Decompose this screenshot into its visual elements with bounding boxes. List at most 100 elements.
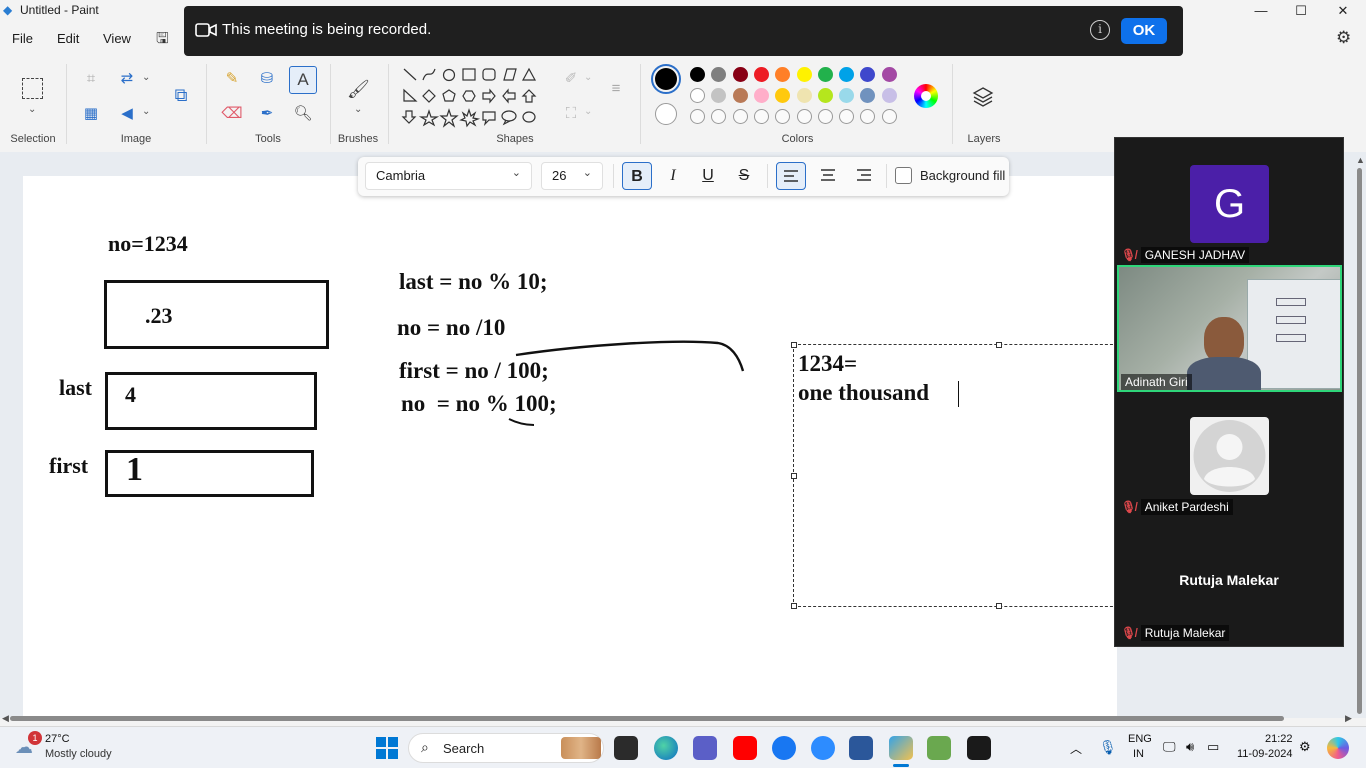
zoom-icon[interactable] [811, 736, 835, 760]
align-right-icon[interactable] [848, 162, 878, 190]
font-family-select[interactable]: Cambria ⌄ [365, 162, 532, 190]
edit-colors-icon[interactable] [914, 84, 938, 108]
strikethrough-button[interactable]: S [729, 162, 759, 190]
resize-handle[interactable] [791, 342, 797, 348]
clock-date[interactable]: 11-09-2024 [1237, 748, 1292, 760]
horizontal-scrollbar[interactable] [10, 716, 1284, 721]
image-to-ai-icon[interactable]: ⧉ [170, 84, 192, 106]
resize-icon[interactable]: ⇄ [116, 68, 138, 90]
language-bottom[interactable]: IN [1133, 748, 1144, 760]
volume-icon[interactable]: 🔊︎ [1186, 739, 1194, 755]
chevron-down-icon[interactable]: ⌄ [142, 72, 150, 83]
language-top[interactable]: ENG [1128, 733, 1152, 745]
eraser-icon[interactable]: ⌫ [221, 103, 243, 125]
color-swatch[interactable] [817, 88, 833, 103]
chevron-down-icon[interactable]: ⌄ [142, 106, 150, 117]
crop-icon[interactable]: ⌗ [80, 68, 102, 90]
color-swatch[interactable] [881, 88, 897, 103]
color-swatch[interactable] [732, 67, 748, 82]
fill-icon[interactable]: ⛁ [256, 68, 278, 90]
rotate-icon[interactable]: ◀ [116, 103, 138, 125]
underline-button[interactable]: U [693, 162, 723, 190]
color-swatch[interactable] [711, 109, 727, 124]
shapes-gallery[interactable] [396, 63, 548, 133]
resize-handle[interactable] [996, 342, 1002, 348]
color-swatch[interactable] [732, 88, 748, 103]
battery-icon[interactable]: ▭ [1207, 739, 1219, 755]
color-swatch[interactable] [775, 109, 791, 124]
brush-icon[interactable]: 🖌︎ [347, 78, 370, 100]
scroll-left-icon[interactable]: ◀ [2, 713, 9, 724]
color-swatch[interactable] [860, 88, 876, 103]
color-swatch[interactable] [796, 88, 812, 103]
color-swatch[interactable] [839, 88, 855, 103]
align-center-icon[interactable] [812, 162, 842, 190]
clock-time[interactable]: 21:22 [1265, 733, 1293, 745]
word-icon[interactable] [849, 736, 873, 760]
taskbar-search-box[interactable]: ⌕ Search [408, 733, 604, 763]
participant-video-tile[interactable]: Adinath Giri [1117, 265, 1342, 392]
color-picker-icon[interactable]: ✒ [256, 103, 278, 125]
color-swatch[interactable] [753, 67, 769, 82]
color-swatch[interactable] [753, 109, 769, 124]
color-swatch[interactable] [796, 109, 812, 124]
layers-icon[interactable] [972, 85, 994, 107]
start-button[interactable] [376, 737, 398, 759]
maximize-button[interactable]: ☐ [1286, 2, 1316, 20]
chevron-down-icon[interactable]: ⌄ [584, 72, 592, 83]
resize-handle[interactable] [791, 473, 797, 479]
background-fill-checkbox[interactable] [895, 167, 912, 184]
italic-button[interactable]: I [658, 162, 688, 190]
task-view-icon[interactable] [614, 736, 638, 760]
paint-taskbar-icon[interactable] [889, 736, 913, 760]
settings-gear-icon[interactable]: ⚙ [1336, 28, 1351, 48]
color-swatch[interactable] [817, 67, 833, 82]
save-icon[interactable]: 🖫 [156, 28, 169, 53]
menu-edit[interactable]: Edit [57, 31, 79, 46]
outline-icon[interactable]: ✐ [560, 68, 582, 90]
color-swatch[interactable] [839, 109, 855, 124]
minimize-button[interactable]: — [1246, 2, 1276, 20]
chevron-down-icon[interactable]: ⌄ [354, 104, 362, 115]
color-swatch[interactable] [775, 67, 791, 82]
color-swatch[interactable] [881, 67, 897, 82]
menu-file[interactable]: File [12, 31, 33, 46]
chevron-down-icon[interactable]: ⌄ [28, 104, 36, 115]
chevron-down-icon[interactable]: ⌄ [584, 106, 592, 117]
color-swatch[interactable] [860, 67, 876, 82]
scroll-up-icon[interactable]: ▲ [1356, 155, 1365, 165]
color-swatch[interactable] [690, 109, 705, 124]
color-swatch[interactable] [732, 109, 748, 124]
color-swatch[interactable] [711, 67, 727, 82]
color-swatch[interactable] [753, 88, 769, 103]
resize-handle[interactable] [996, 603, 1002, 609]
color-swatch[interactable] [796, 67, 812, 82]
line-size-icon[interactable]: ≡ [605, 78, 627, 100]
copilot-icon[interactable] [1327, 737, 1349, 759]
color-swatch[interactable] [690, 67, 705, 82]
youtube-icon[interactable] [733, 736, 757, 760]
shape-fill-icon[interactable]: ⛶ [560, 103, 582, 125]
primary-color-selector[interactable] [651, 64, 681, 94]
color-swatch[interactable] [881, 109, 897, 124]
bold-button[interactable]: B [622, 162, 652, 190]
align-left-icon[interactable] [776, 162, 806, 190]
vertical-scrollbar[interactable] [1357, 168, 1362, 714]
display-icon[interactable]: 🖵 [1163, 739, 1176, 755]
chevron-up-icon[interactable]: ︿ [1070, 740, 1082, 757]
close-button[interactable]: ✕ [1328, 2, 1358, 20]
text-icon[interactable]: A [289, 66, 317, 94]
color-swatch[interactable] [860, 109, 876, 124]
edge-browser-icon[interactable] [654, 736, 678, 760]
notification-icon[interactable]: ⚙ [1299, 739, 1311, 755]
color-swatch[interactable] [817, 109, 833, 124]
drawing-canvas[interactable]: no=1234 .23 last 4 first 1 last = no % 1… [23, 176, 1123, 721]
color-swatch[interactable] [711, 88, 727, 103]
notepad-icon[interactable] [927, 736, 951, 760]
selection-tool-icon[interactable] [22, 78, 43, 99]
secondary-color-swatch[interactable] [655, 103, 677, 125]
color-swatch[interactable] [839, 67, 855, 82]
font-size-select[interactable]: 26 ⌄ [541, 162, 603, 190]
menu-view[interactable]: View [103, 31, 131, 46]
facebook-icon[interactable] [772, 736, 796, 760]
